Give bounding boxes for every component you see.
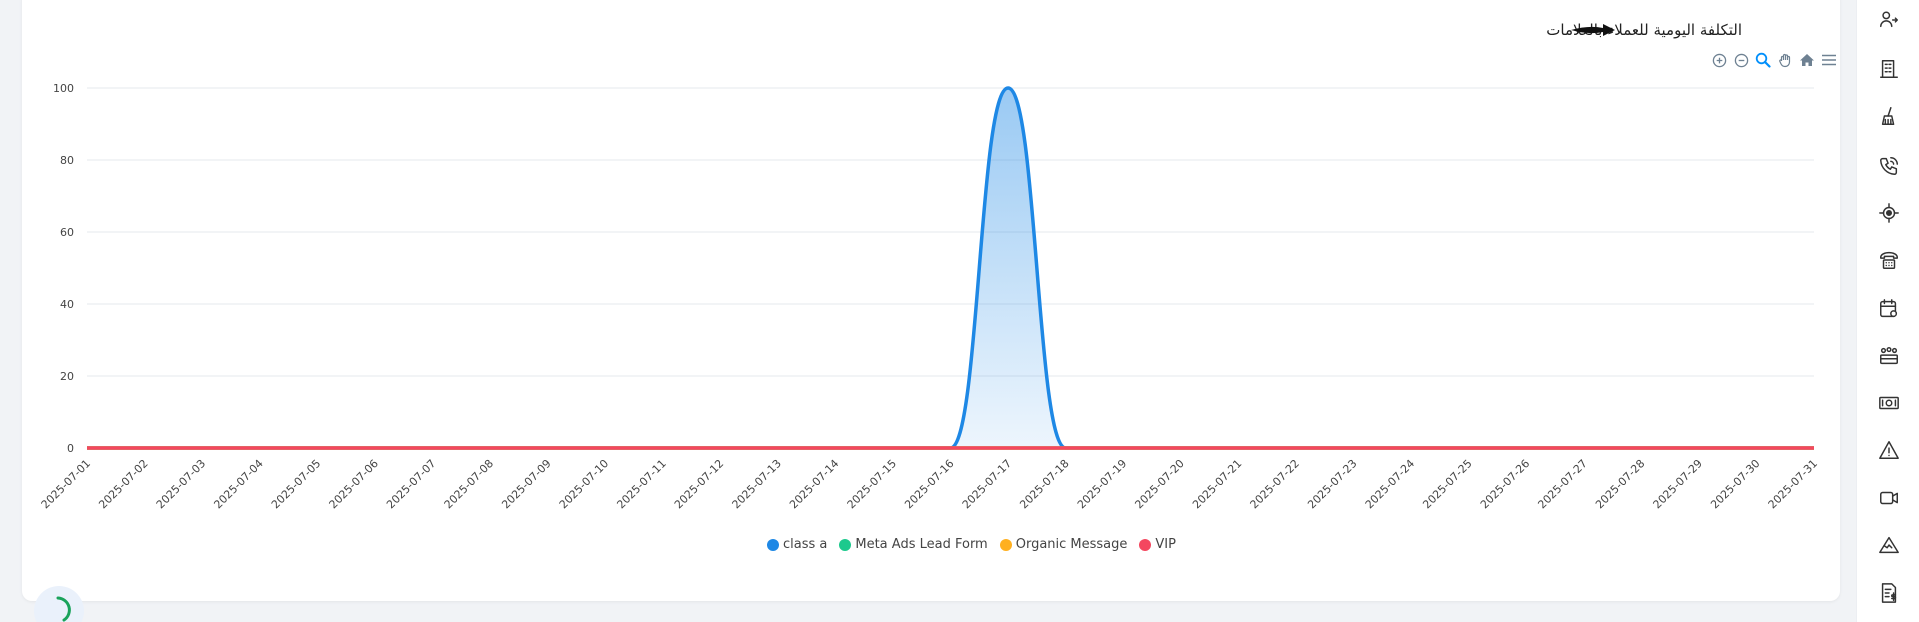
x-tick-label: 2025-07-09: [499, 457, 553, 511]
x-tick-label: 2025-07-22: [1248, 457, 1302, 511]
y-tick-label: 0: [67, 442, 74, 455]
x-tick-label: 2025-07-04: [211, 457, 265, 511]
telephone-icon[interactable]: [1877, 248, 1901, 272]
x-tick-label: 2025-07-05: [269, 457, 323, 511]
x-tick-label: 2025-07-18: [1017, 457, 1071, 511]
x-tick-label: 2025-07-03: [154, 457, 208, 511]
sidebar: [1856, 0, 1919, 622]
building-icon[interactable]: [1877, 57, 1901, 81]
series-area-0: [87, 88, 1814, 448]
legend-marker: [1139, 538, 1152, 551]
series-line-0: [87, 86, 1814, 450]
x-tick-label: 2025-07-25: [1420, 457, 1474, 511]
x-tick-label: 2025-07-23: [1305, 457, 1359, 511]
legend-marker: [767, 538, 779, 551]
legend-marker: [839, 538, 852, 551]
cash-icon[interactable]: [1877, 391, 1901, 415]
warning-icon[interactable]: [1877, 438, 1901, 462]
y-tick-label: 100: [53, 82, 74, 95]
x-tick-label: 2025-07-29: [1651, 457, 1705, 511]
users-swap-icon[interactable]: [1877, 8, 1901, 32]
group-icon[interactable]: [1877, 344, 1901, 368]
x-tick-label: 2025-07-20: [1132, 457, 1186, 511]
x-tick-label: 2025-07-01: [39, 457, 93, 511]
x-tick-label: 2025-07-11: [614, 457, 668, 511]
x-tick-label: 2025-07-15: [845, 457, 899, 511]
x-tick-label: 2025-07-31: [1766, 457, 1820, 511]
x-tick-label: 2025-07-16: [902, 457, 956, 511]
x-tick-label: 2025-07-27: [1535, 457, 1589, 511]
x-tick-label: 2025-07-08: [442, 457, 496, 511]
x-tick-label: 2025-07-21: [1190, 457, 1244, 511]
x-tick-label: 2025-07-26: [1478, 457, 1532, 511]
y-tick-label: 80: [60, 154, 74, 167]
x-tick-label: 2025-07-02: [96, 457, 150, 511]
y-tick-label: 60: [60, 226, 74, 239]
calendar-gear-icon[interactable]: [1877, 297, 1901, 321]
loading-spinner: [34, 586, 84, 622]
invoice-dollar-icon[interactable]: [1877, 581, 1901, 605]
y-tick-label: 20: [60, 370, 74, 383]
x-tick-label: 2025-07-10: [557, 457, 611, 511]
x-tick-label: 2025-07-12: [672, 457, 726, 511]
x-tick-label: 2025-07-07: [384, 457, 438, 511]
phone-ringing-icon[interactable]: [1877, 154, 1901, 178]
spinner-icon: [56, 596, 71, 622]
x-tick-label: 2025-07-24: [1363, 457, 1417, 511]
x-tick-label: 2025-07-19: [1075, 457, 1129, 511]
mountain-icon[interactable]: [1877, 533, 1901, 557]
broom-icon[interactable]: [1877, 104, 1901, 128]
x-tick-label: 2025-07-28: [1593, 457, 1647, 511]
area-chart: 0204060801002025-07-01 2025-07-02 2025-07-…: [39, 82, 1820, 511]
target-icon[interactable]: [1877, 201, 1901, 225]
x-tick-label: 2025-07-06: [327, 457, 381, 511]
video-icon[interactable]: [1877, 486, 1901, 510]
x-tick-label: 2025-07-17: [960, 457, 1014, 511]
x-tick-label: 2025-07-30: [1708, 457, 1762, 511]
x-tick-label: 2025-07-14: [787, 457, 841, 511]
y-tick-label: 40: [60, 298, 74, 311]
x-tick-label: 2025-07-13: [730, 457, 784, 511]
legend-marker: [999, 538, 1012, 551]
